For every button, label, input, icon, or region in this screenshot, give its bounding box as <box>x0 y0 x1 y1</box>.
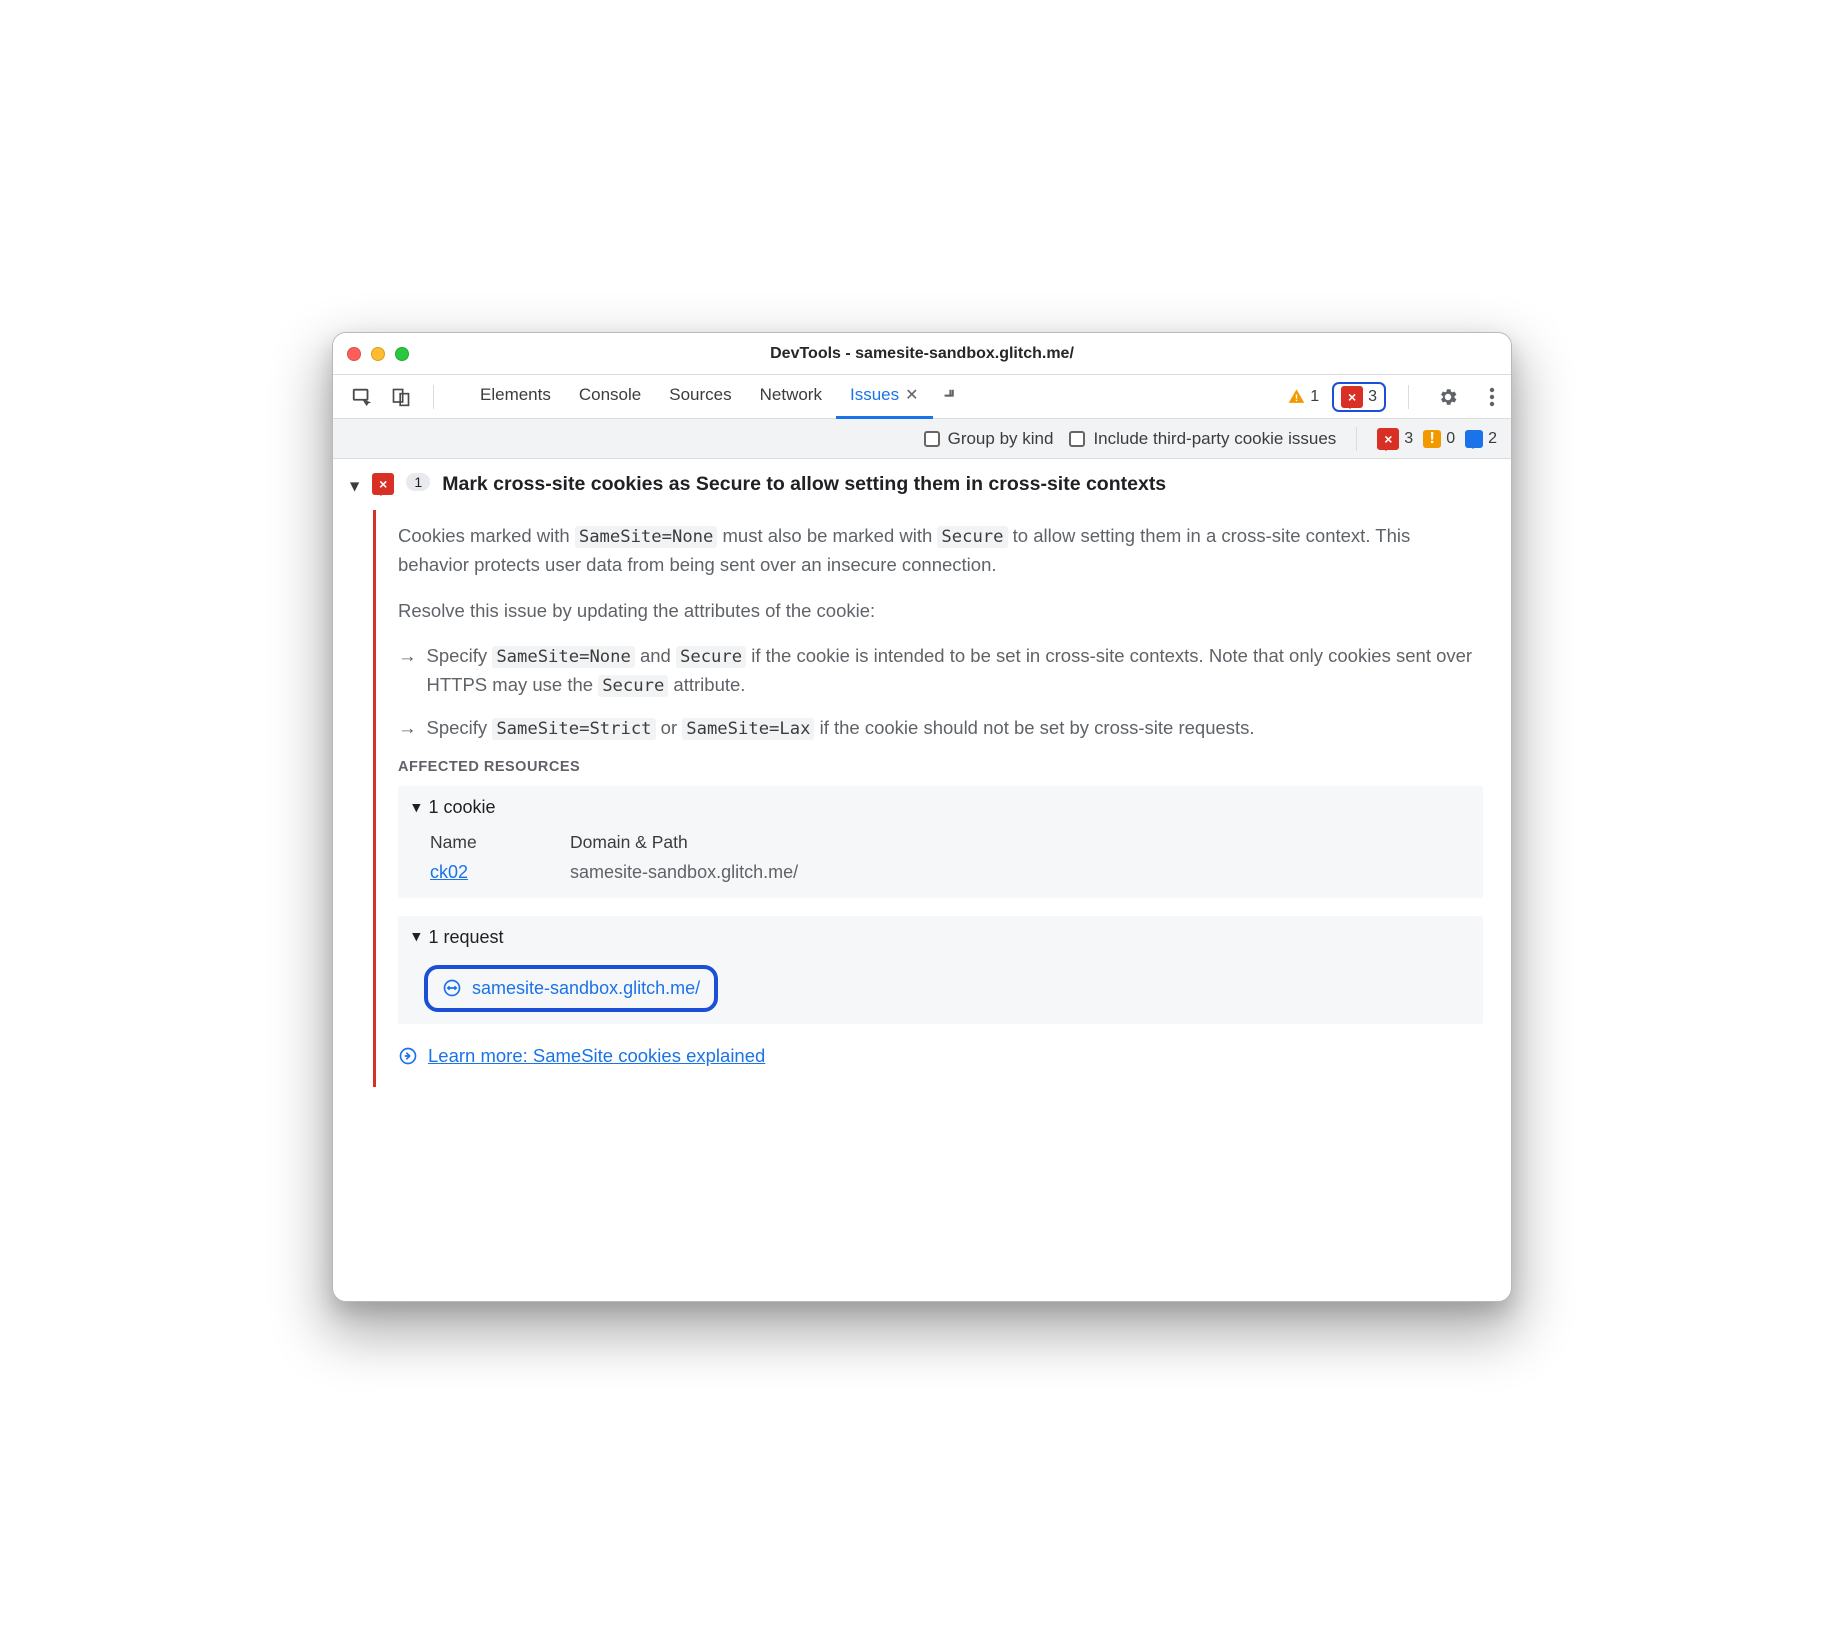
affected-resources-h: AFFECTED RESOURCES <box>398 757 1483 779</box>
issues-panel: ▶ × 1 Mark cross-site cookies as Secure … <box>333 459 1511 1301</box>
network-request-icon <box>442 978 462 998</box>
cookie-name-link[interactable]: ck02 <box>430 859 510 886</box>
main-toolbar: Elements Console Sources Network Issues … <box>333 375 1511 419</box>
error-count: 3 <box>1404 430 1413 448</box>
expand-icon[interactable]: ▶ <box>408 933 425 941</box>
learn-more-link[interactable]: Learn more: SameSite cookies explained <box>428 1042 765 1070</box>
issue-title: Mark cross-site cookies as Secure to all… <box>442 473 1166 496</box>
col-domain: Domain & Path <box>570 829 688 855</box>
requests-header[interactable]: ▶ 1 request <box>412 924 1469 951</box>
cookie-domain: samesite-sandbox.glitch.me/ <box>570 859 798 886</box>
col-name: Name <box>430 829 510 855</box>
tab-elements[interactable]: Elements <box>466 375 565 419</box>
cookie-table-head: Name Domain & Path <box>430 829 1469 855</box>
third-party-label: Include third-party cookie issues <box>1093 429 1336 449</box>
issue-bullet-1: → Specify SameSite=None and Secure if th… <box>398 642 1483 700</box>
issue-count: 1 <box>406 473 430 491</box>
error-icon: × <box>1377 428 1399 450</box>
more-options-icon[interactable] <box>1483 386 1501 408</box>
cookies-header[interactable]: ▶ 1 cookie <box>412 794 1469 821</box>
errors-badge[interactable]: × 3 <box>1332 382 1386 412</box>
error-icon: × <box>1341 386 1363 408</box>
expand-icon[interactable]: ▶ <box>408 804 425 812</box>
message-count-badge[interactable]: 2 <box>1465 430 1497 448</box>
message-icon <box>1465 430 1483 448</box>
requests-count: 1 request <box>428 924 503 951</box>
errors-count: 3 <box>1368 388 1377 406</box>
request-url: samesite-sandbox.glitch.me/ <box>472 975 700 1002</box>
tab-console[interactable]: Console <box>565 375 655 419</box>
open-link-icon <box>398 1046 418 1066</box>
tab-sources[interactable]: Sources <box>655 375 745 419</box>
window-title: DevTools - samesite-sandbox.glitch.me/ <box>333 345 1511 363</box>
code-samesite-none: SameSite=None <box>575 526 718 548</box>
window-controls <box>347 347 409 361</box>
error-count-badge[interactable]: × 3 <box>1377 428 1413 450</box>
zoom-window-button[interactable] <box>395 347 409 361</box>
device-toolbar-icon[interactable] <box>391 386 411 408</box>
arrow-icon: → <box>398 642 417 700</box>
issue-resolve-intro: Resolve this issue by updating the attri… <box>398 597 1483 625</box>
panel-tabs: Elements Console Sources Network Issues … <box>466 375 969 419</box>
third-party-checkbox[interactable]: Include third-party cookie issues <box>1069 429 1336 449</box>
arrow-icon: → <box>398 714 417 743</box>
filter-bar: Group by kind Include third-party cookie… <box>333 419 1511 459</box>
warning-count: 0 <box>1446 430 1455 448</box>
checkbox-icon <box>1069 431 1085 447</box>
settings-icon[interactable] <box>1431 386 1465 408</box>
tab-network[interactable]: Network <box>746 375 836 419</box>
tab-issues-label: Issues <box>850 385 899 405</box>
expand-issue-icon[interactable]: ▶ <box>349 482 363 491</box>
affected-cookies: ▶ 1 cookie Name Domain & Path ck02 sames… <box>398 786 1483 897</box>
group-by-kind-label: Group by kind <box>948 429 1054 449</box>
titlebar: DevTools - samesite-sandbox.glitch.me/ <box>333 333 1511 375</box>
warning-count-badge[interactable]: ! 0 <box>1423 430 1455 448</box>
warnings-badge[interactable]: 1 <box>1281 386 1326 408</box>
issue-header[interactable]: ▶ × 1 Mark cross-site cookies as Secure … <box>333 469 1511 500</box>
status-badges: 1 × 3 <box>1281 382 1386 412</box>
issue-error-icon: × <box>372 473 394 495</box>
inspect-element-icon[interactable] <box>351 386 373 408</box>
minimize-window-button[interactable] <box>371 347 385 361</box>
devtools-window: DevTools - samesite-sandbox.glitch.me/ E… <box>332 332 1512 1302</box>
close-tab-icon[interactable]: ✕ <box>905 385 918 405</box>
issue-body: Cookies marked with SameSite=None must a… <box>373 510 1511 1087</box>
more-tabs-button[interactable] <box>933 375 969 419</box>
tab-issues[interactable]: Issues ✕ <box>836 375 933 419</box>
separator <box>1408 385 1409 409</box>
message-count: 2 <box>1488 430 1497 448</box>
issue-counts: × 3 ! 0 2 <box>1377 428 1497 450</box>
checkbox-icon <box>924 431 940 447</box>
issue-description: Cookies marked with SameSite=None must a… <box>398 522 1483 579</box>
group-by-kind-checkbox[interactable]: Group by kind <box>924 429 1054 449</box>
warning-icon: ! <box>1423 430 1441 448</box>
separator <box>433 385 434 409</box>
issue-bullet-2: → Specify SameSite=Strict or SameSite=La… <box>398 714 1483 743</box>
cookie-row: ck02 samesite-sandbox.glitch.me/ <box>430 859 1469 886</box>
cookies-count: 1 cookie <box>428 794 495 821</box>
affected-requests: ▶ 1 request samesite-sandbox.glitch.me/ <box>398 916 1483 1024</box>
learn-more[interactable]: Learn more: SameSite cookies explained <box>398 1042 1483 1070</box>
close-window-button[interactable] <box>347 347 361 361</box>
warnings-count: 1 <box>1310 388 1319 406</box>
separator <box>1356 427 1357 451</box>
request-link[interactable]: samesite-sandbox.glitch.me/ <box>424 965 718 1012</box>
code-secure: Secure <box>937 526 1007 548</box>
